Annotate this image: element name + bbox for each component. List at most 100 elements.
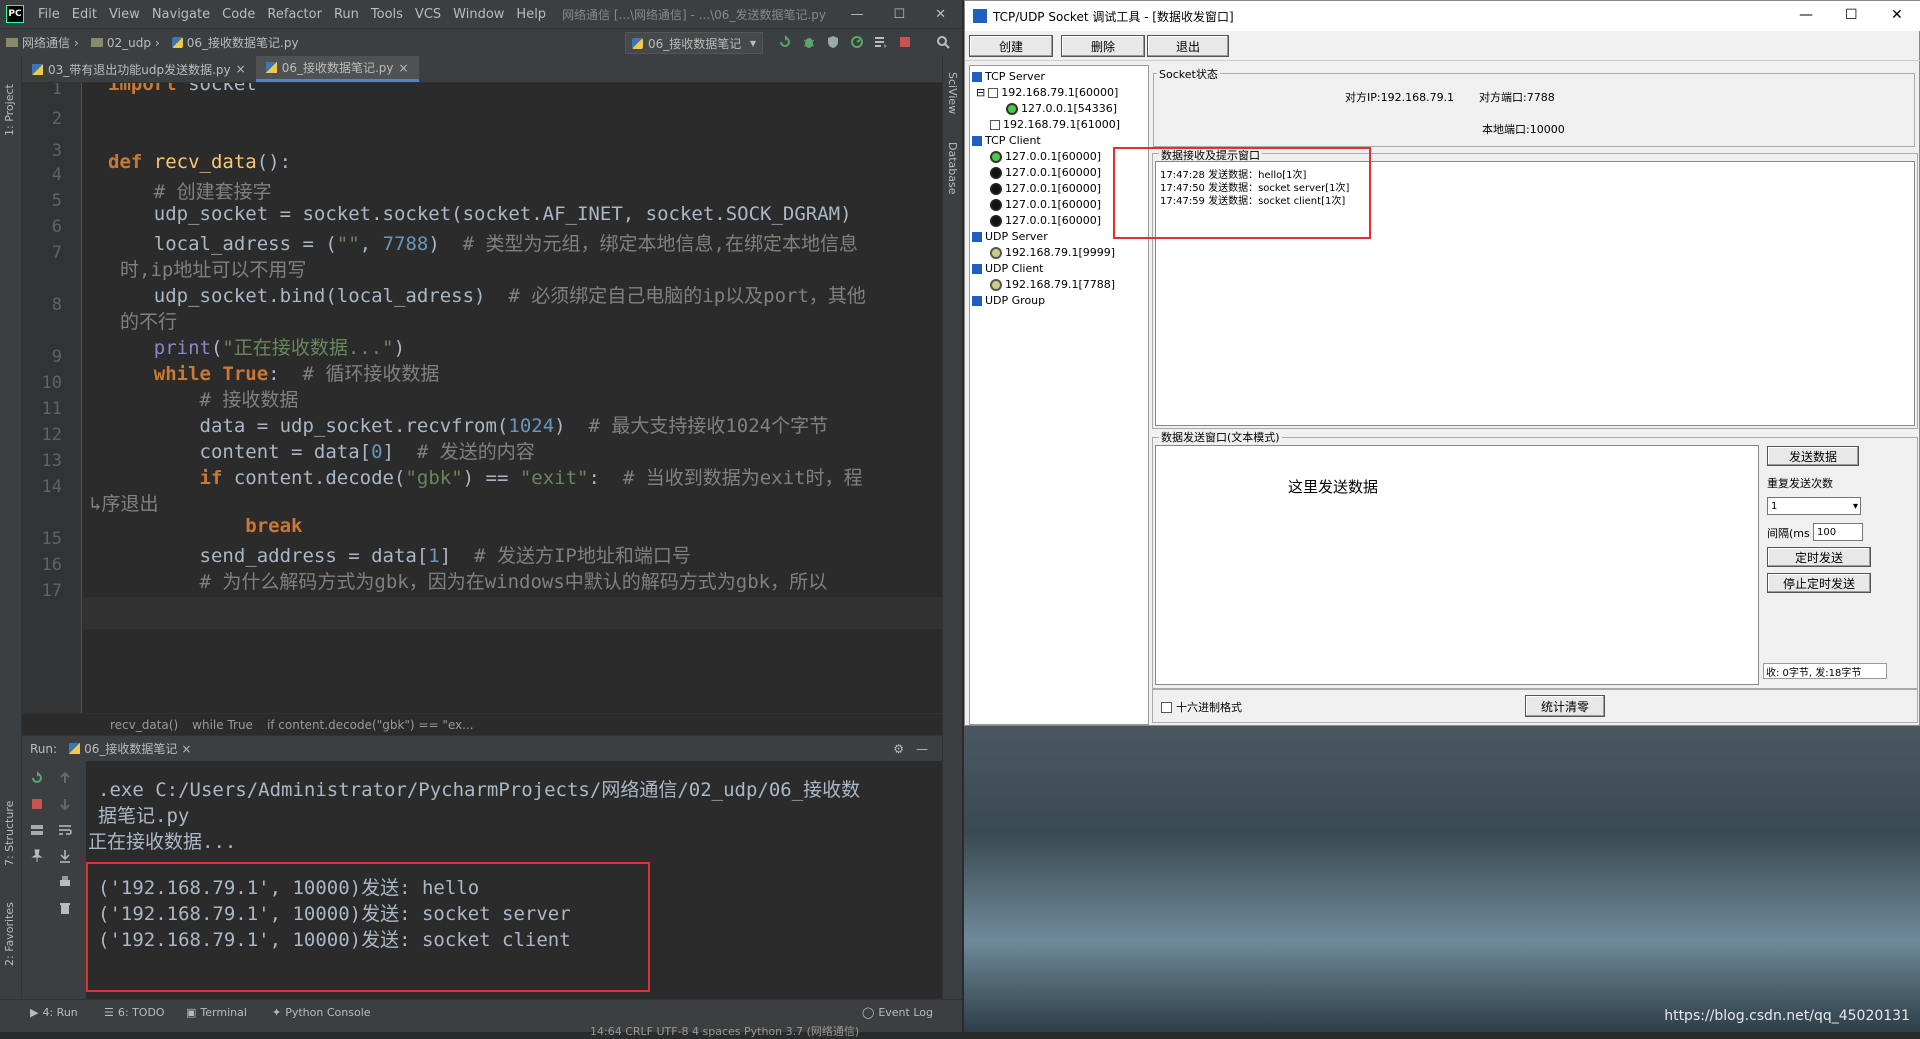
tree-item[interactable]: 127.0.0.1[54336] bbox=[1006, 102, 1117, 115]
stop-icon[interactable] bbox=[898, 35, 912, 49]
hex-checkbox[interactable]: 十六进制格式 bbox=[1161, 699, 1242, 715]
tree-udp-group[interactable]: UDP Group bbox=[972, 294, 1045, 307]
settings-icon[interactable]: ⚙ bbox=[893, 742, 904, 756]
close-icon[interactable]: ✕ bbox=[935, 7, 946, 22]
pin-icon[interactable] bbox=[30, 849, 44, 863]
stop-timer-button[interactable]: 停止定时发送 bbox=[1767, 573, 1871, 593]
hide-panel-icon[interactable]: — bbox=[916, 742, 928, 756]
tree-tcp-server[interactable]: TCP Server bbox=[972, 70, 1045, 83]
code-crumb-while[interactable]: while True bbox=[192, 718, 253, 732]
send-data-button[interactable]: 发送数据 bbox=[1767, 446, 1859, 466]
menu-view[interactable]: View bbox=[103, 7, 146, 22]
tree-udp-client[interactable]: UDP Client bbox=[972, 262, 1044, 275]
menu-help[interactable]: Help bbox=[510, 7, 552, 22]
clear-stats-button[interactable]: 统计清零 bbox=[1525, 695, 1605, 717]
tool-window-project[interactable]: 1: Project bbox=[3, 84, 16, 136]
scroll-to-end-icon[interactable] bbox=[58, 849, 72, 863]
debug-icon[interactable] bbox=[802, 35, 816, 49]
code-line-8-wrap: 的不行 bbox=[120, 311, 178, 333]
tree-udp-server[interactable]: UDP Server bbox=[972, 230, 1048, 243]
menu-tools[interactable]: Tools bbox=[365, 7, 409, 22]
send-textarea[interactable]: 这里发送数据 bbox=[1155, 445, 1759, 685]
tree-item[interactable]: 192.168.79.1[61000] bbox=[990, 118, 1120, 131]
create-button[interactable]: 创建 bbox=[969, 35, 1053, 57]
close-icon[interactable]: ✕ bbox=[1891, 7, 1903, 23]
tool-window-structure[interactable]: 7: Structure bbox=[3, 801, 16, 866]
code-crumb-function[interactable]: recv_data() bbox=[110, 718, 178, 732]
repeat-select[interactable]: 1 ▾ bbox=[1767, 497, 1861, 515]
breadcrumb-label: 网络通信 bbox=[22, 36, 71, 50]
code-crumb-if[interactable]: if content.decode("gbk") == "ex... bbox=[267, 718, 474, 732]
menu-vcs[interactable]: VCS bbox=[409, 7, 447, 22]
tool-window-database[interactable]: Database bbox=[946, 142, 959, 195]
repeat-label: 重复发送次数 bbox=[1767, 477, 1833, 490]
menu-refactor[interactable]: Refactor bbox=[261, 7, 328, 22]
layout-icon[interactable] bbox=[30, 823, 44, 837]
tree-label: 127.0.0.1[60000] bbox=[1005, 150, 1102, 163]
bottom-tab-python-console[interactable]: ✦ Python Console bbox=[272, 1006, 371, 1019]
close-icon[interactable]: × bbox=[236, 62, 246, 76]
close-icon[interactable]: × bbox=[399, 61, 409, 75]
maximize-icon[interactable]: ☐ bbox=[1845, 7, 1858, 23]
folder-icon bbox=[6, 38, 18, 47]
send-label: 数据发送窗口(文本模式) bbox=[1159, 429, 1282, 445]
close-icon[interactable]: × bbox=[181, 742, 191, 756]
arrow-up-icon[interactable] bbox=[58, 771, 72, 785]
stop-icon[interactable] bbox=[30, 797, 44, 811]
tree-tcp-client[interactable]: TCP Client bbox=[972, 134, 1041, 147]
print-icon[interactable] bbox=[58, 875, 72, 889]
bottom-tab-run[interactable]: ▶ 4: Run bbox=[30, 1006, 78, 1019]
line-number: 6 bbox=[51, 217, 62, 237]
delete-button[interactable]: 删除 bbox=[1061, 35, 1145, 57]
tree-item[interactable]: 127.0.0.1[60000] bbox=[990, 214, 1101, 227]
code-line-14: if content.decode("gbk") == "exit": # 当收… bbox=[199, 467, 863, 489]
tree-item[interactable]: ⊟ 192.168.79.1[60000] bbox=[976, 86, 1118, 99]
soft-wrap-icon[interactable] bbox=[58, 823, 72, 837]
arrow-down-icon[interactable] bbox=[58, 797, 72, 811]
navigation-bar: 网络通信 › 02_udp › 06_接收数据笔记.py 06_接收数据笔记 ▾ bbox=[0, 28, 962, 56]
tree-item[interactable]: 127.0.0.1[60000] bbox=[990, 182, 1101, 195]
event-log-button[interactable]: ◯ Event Log bbox=[862, 1006, 933, 1019]
breadcrumb-folder[interactable]: 02_udp › bbox=[85, 36, 166, 50]
trash-icon[interactable] bbox=[58, 901, 72, 915]
tree-item[interactable]: 127.0.0.1[60000] bbox=[990, 166, 1101, 179]
maximize-icon[interactable]: ☐ bbox=[893, 7, 905, 22]
bottom-tab-terminal[interactable]: ▣ Terminal bbox=[186, 1006, 247, 1019]
minimize-icon[interactable]: — bbox=[850, 7, 863, 22]
tree-item[interactable]: 127.0.0.1[60000] bbox=[990, 150, 1101, 163]
menu-window[interactable]: Window bbox=[447, 7, 510, 22]
tab-recv-data[interactable]: 06_接收数据笔记.py × bbox=[255, 56, 419, 82]
tree-item[interactable]: 192.168.79.1[9999] bbox=[990, 246, 1115, 259]
exit-button[interactable]: 退出 bbox=[1147, 35, 1229, 57]
interval-input[interactable]: 100 bbox=[1813, 523, 1863, 541]
menu-edit[interactable]: Edit bbox=[66, 7, 103, 22]
rerun-icon[interactable] bbox=[30, 771, 44, 785]
breadcrumb-project[interactable]: 网络通信 › bbox=[0, 34, 85, 51]
minimize-icon[interactable]: — bbox=[1799, 7, 1813, 23]
line-number: 9 bbox=[51, 347, 62, 367]
coverage-icon[interactable] bbox=[826, 35, 840, 49]
tab-send-data[interactable]: 03_带有退出功能udp发送数据.py × bbox=[22, 56, 256, 82]
code-editor[interactable]: 1 2 3 4 5 6 7 8 9 10 11 12 13 14 15 16 17 import socket … bbox=[22, 83, 942, 713]
line-number: 10 bbox=[41, 373, 62, 393]
profile-icon[interactable] bbox=[850, 35, 864, 49]
menu-code[interactable]: Code bbox=[216, 7, 261, 22]
breadcrumb-file[interactable]: 06_接收数据笔记.py bbox=[166, 34, 305, 51]
tree-item[interactable]: 127.0.0.1[60000] bbox=[990, 198, 1101, 211]
desktop-background: https://blog.csdn.net/qq_45020131 bbox=[964, 726, 1920, 1032]
run-list-icon[interactable] bbox=[874, 35, 888, 49]
tool-title: TCP/UDP Socket 调试工具 - [数据收发窗口] bbox=[993, 9, 1234, 24]
tool-window-sciview[interactable]: SciView bbox=[946, 72, 959, 114]
menu-file[interactable]: File bbox=[32, 7, 66, 22]
tool-window-favorites[interactable]: 2: Favorites bbox=[3, 902, 16, 966]
tree-item[interactable]: 192.168.79.1[7788] bbox=[990, 278, 1115, 291]
bottom-tab-todo[interactable]: ☰ 6: TODO bbox=[104, 1006, 165, 1019]
run-config-selector[interactable]: 06_接收数据笔记 ▾ bbox=[625, 32, 763, 54]
search-icon[interactable] bbox=[936, 35, 950, 49]
run-tab[interactable]: 06_接收数据笔记 × bbox=[69, 740, 191, 757]
folder-icon bbox=[90, 38, 103, 47]
menu-run[interactable]: Run bbox=[328, 7, 365, 22]
timer-send-button[interactable]: 定时发送 bbox=[1767, 547, 1871, 567]
rerun-icon[interactable] bbox=[778, 35, 792, 49]
menu-navigate[interactable]: Navigate bbox=[146, 7, 216, 22]
